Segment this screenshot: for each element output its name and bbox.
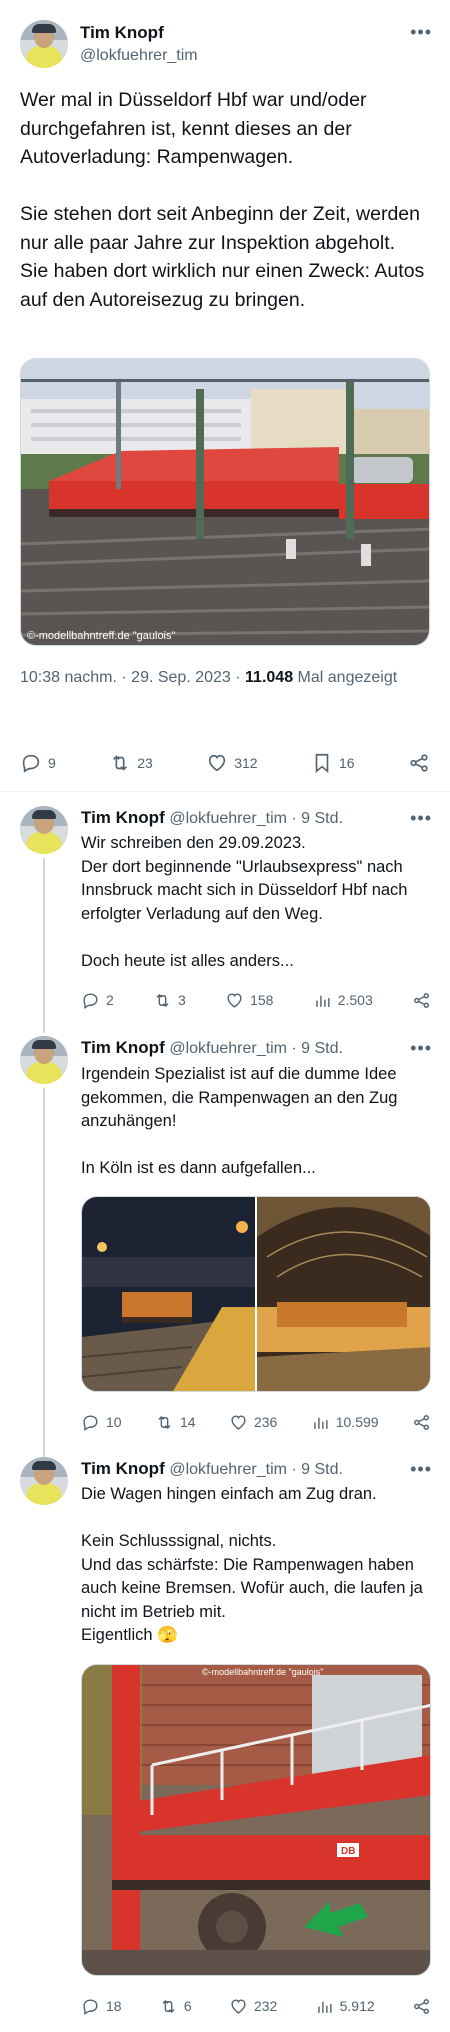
retweet-button[interactable]: 3: [153, 991, 186, 1010]
bookmark-button[interactable]: 16: [311, 752, 355, 774]
retweet-icon: [156, 993, 169, 1007]
reply-text: Die Wagen hingen einfach am Zug dran. Ke…: [81, 1485, 423, 1644]
reply-text: Irgendein Spezialist ist auf die dumme I…: [81, 1065, 398, 1177]
heart-icon: [231, 1414, 246, 1430]
share-icon: [414, 992, 429, 1008]
share-icon: [414, 1998, 429, 2014]
avatar[interactable]: [20, 20, 68, 68]
reply-button[interactable]: 10: [81, 1413, 122, 1432]
views-count: 11.048: [245, 669, 294, 686]
like-button[interactable]: 232: [229, 1997, 277, 2016]
reply-button[interactable]: 9: [20, 752, 56, 774]
more-dots-icon[interactable]: •••: [410, 22, 432, 43]
tweet-photo-rampenwagen[interactable]: ©-modellbahntreff.de "gaulois": [20, 358, 430, 646]
author-handle[interactable]: @lokfuehrer_tim: [80, 47, 198, 65]
like-button[interactable]: 236: [229, 1413, 277, 1432]
more-dots-icon[interactable]: •••: [410, 1459, 432, 1480]
reply-action-bar: 10 14 236 10.599: [81, 1410, 431, 1434]
author-name[interactable]: Tim Knopf: [81, 808, 165, 827]
share-icon: [410, 754, 428, 772]
photo-watermark: ©-modellbahntreff.de "gaulois": [202, 1667, 323, 1677]
retweet-icon: [158, 1415, 171, 1429]
reply-photo-grid: [81, 1196, 431, 1392]
heart-icon: [209, 754, 226, 772]
main-action-bar: 9 23 312 16: [20, 748, 430, 778]
reply-icon: [22, 754, 40, 773]
share-button[interactable]: [412, 1413, 431, 1432]
views-icon: [317, 2001, 332, 2013]
divider: [0, 791, 450, 792]
more-dots-icon[interactable]: •••: [410, 808, 432, 829]
reply-action-bar: 2 3 158 2.503: [81, 988, 431, 1012]
heart-icon: [227, 992, 242, 1008]
like-button[interactable]: 158: [225, 991, 273, 1010]
views-button[interactable]: 5.912: [315, 1997, 375, 2016]
views-label: Mal angezeigt: [293, 669, 398, 686]
main-tweet-header: Tim Knopf @lokfuehrer_tim: [20, 20, 198, 68]
retweet-button[interactable]: 23: [109, 752, 153, 774]
views-button[interactable]: 10.599: [311, 1413, 379, 1432]
views-button[interactable]: 2.503: [313, 991, 373, 1010]
reply-text: Wir schreiben den 29.09.2023. Der dort b…: [81, 834, 408, 970]
reply-action-bar: 18 6 232 5.912: [81, 1994, 431, 2018]
author-name[interactable]: Tim Knopf: [81, 1459, 165, 1478]
tweet-timestamp[interactable]: 10:38 nachm. · 29. Sep. 2023 ·: [20, 669, 245, 686]
author-name[interactable]: Tim Knopf: [80, 23, 198, 43]
thread-line: [43, 858, 45, 1033]
tweet-text: Wer mal in Düsseldorf Hbf war und/oder d…: [20, 89, 425, 311]
retweet-button[interactable]: 6: [159, 1997, 192, 2016]
reply-icon: [83, 1998, 98, 2015]
retweet-button[interactable]: 14: [155, 1413, 196, 1432]
retweet-icon: [113, 755, 128, 771]
share-button[interactable]: [412, 1997, 431, 2016]
avatar[interactable]: [20, 1036, 68, 1084]
like-button[interactable]: 312: [206, 752, 258, 774]
bookmark-icon: [315, 753, 329, 774]
views-icon: [313, 1417, 328, 1429]
share-button[interactable]: [412, 991, 431, 1010]
share-button[interactable]: [408, 752, 430, 774]
photo-koeln-platform-1[interactable]: [82, 1197, 431, 1392]
svg-text:DB: DB: [341, 1846, 355, 1857]
reply-button[interactable]: 18: [81, 1997, 122, 2016]
reply-icon: [83, 992, 98, 1009]
author-handle[interactable]: @lokfuehrer_tim · 9 Std.: [169, 1040, 343, 1057]
reply-icon: [83, 1414, 98, 1431]
more-dots-icon[interactable]: •••: [410, 1038, 432, 1059]
share-icon: [414, 1414, 429, 1430]
author-handle[interactable]: @lokfuehrer_tim · 9 Std.: [169, 810, 343, 827]
retweet-icon: [162, 1999, 175, 2013]
avatar[interactable]: [20, 806, 68, 854]
photo-watermark: ©-modellbahntreff.de "gaulois": [27, 630, 176, 642]
avatar[interactable]: [20, 1457, 68, 1505]
reply-photo-wagon-closeup[interactable]: DB ©-modellbahntreff.de "gaulois": [81, 1664, 431, 1976]
views-icon: [315, 995, 330, 1007]
author-handle[interactable]: @lokfuehrer_tim · 9 Std.: [169, 1461, 343, 1478]
tweet-meta: 10:38 nachm. · 29. Sep. 2023 · 11.048 Ma…: [20, 666, 430, 690]
heart-icon: [231, 1998, 246, 2014]
reply-button[interactable]: 2: [81, 991, 114, 1010]
thread-line: [43, 1088, 45, 1458]
author-name[interactable]: Tim Knopf: [81, 1038, 165, 1057]
